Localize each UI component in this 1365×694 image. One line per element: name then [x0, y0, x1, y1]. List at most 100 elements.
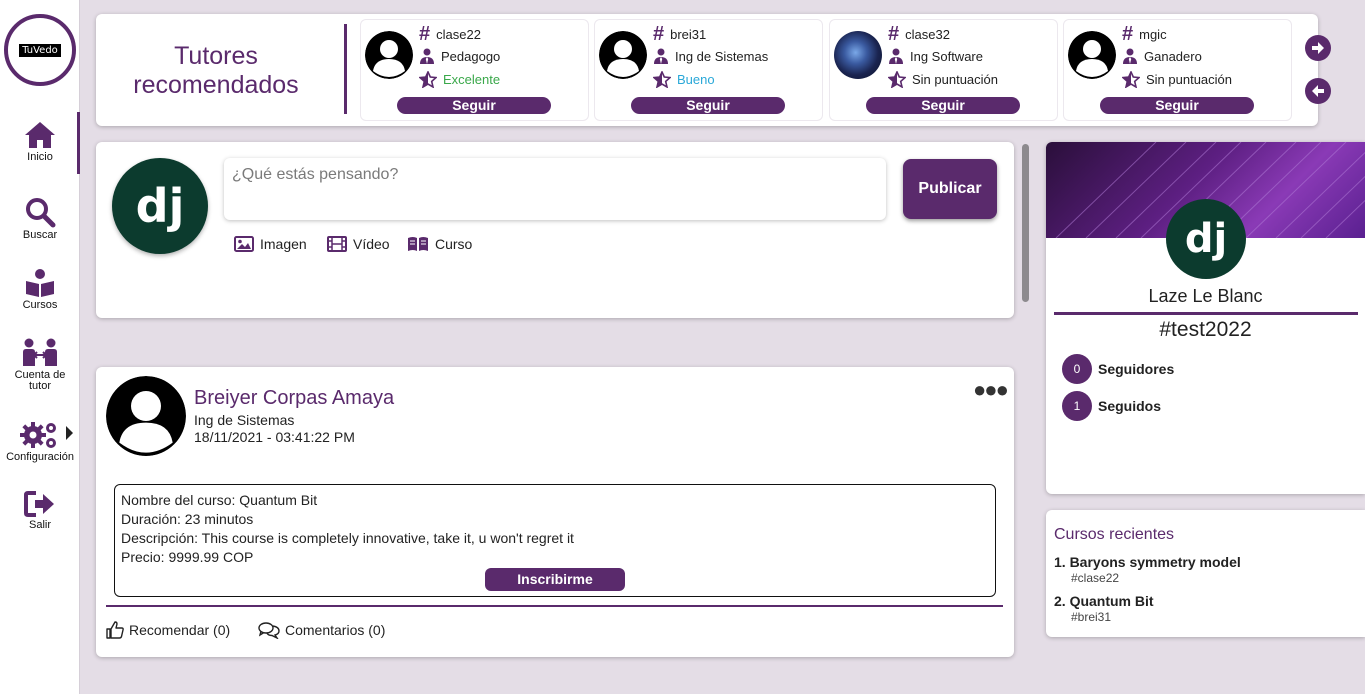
sidebar-item-buscar[interactable]: Buscar: [0, 196, 80, 241]
attach-video-label: Vídeo: [353, 236, 390, 252]
post-author-role: Ing de Sistemas: [194, 412, 295, 428]
tutor-username-row: # clase32: [888, 24, 950, 44]
hashtag-icon: #: [1122, 23, 1134, 45]
tutor-username-row: # mgic: [1122, 23, 1167, 45]
profile-name: Laze Le Blanc: [1148, 286, 1263, 306]
app-logo[interactable]: TuVedo: [4, 14, 76, 86]
sidebar-item-inicio[interactable]: Inicio: [0, 112, 80, 174]
star-half-icon: [653, 71, 671, 88]
scrollbar-thumb[interactable]: [1022, 144, 1029, 302]
recommended-tutors-panel: Tutores recomendados # clase22 Pedagogo …: [96, 14, 1331, 126]
post-input[interactable]: ¿Qué estás pensando?: [224, 158, 886, 220]
sidebar: TuVedo Inicio Buscar Cursos Cuenta de tu…: [0, 0, 80, 694]
follow-button[interactable]: Seguir: [866, 97, 1020, 114]
tutor-card[interactable]: # clase22 Pedagogo Excelente Seguir: [360, 19, 589, 121]
home-icon: [25, 122, 55, 148]
tutor-username: clase22: [436, 26, 481, 42]
follow-button[interactable]: Seguir: [1100, 97, 1254, 114]
recent-course-tag[interactable]: #brei31: [1071, 610, 1111, 624]
attach-video-button[interactable]: Vídeo: [327, 236, 390, 252]
avatar: [106, 376, 186, 456]
tutor-role: Pedagogo: [441, 48, 501, 64]
hashtag-icon: #: [419, 23, 431, 45]
follow-button[interactable]: Seguir: [631, 97, 785, 114]
sidebar-item-label: Configuración: [6, 451, 74, 463]
publish-button[interactable]: Publicar: [903, 159, 997, 219]
post-composer: dj ¿Qué estás pensando? Publicar Imagen …: [96, 142, 1014, 318]
course-details: Nombre del curso: Quantum Bit Duración: …: [114, 484, 996, 597]
tutor-username: mgic: [1139, 26, 1167, 42]
tutor-rating: Sin puntuación: [912, 72, 999, 87]
attach-image-button[interactable]: Imagen: [234, 236, 307, 252]
user-tie-icon: [889, 48, 903, 64]
sidebar-item-cursos[interactable]: Cursos: [0, 268, 80, 311]
tutor-rating: Sin puntuación: [1146, 72, 1233, 87]
divider: [344, 24, 347, 114]
sidebar-item-label: Salir: [28, 519, 51, 531]
tutor-role: Ing de Sistemas: [675, 48, 769, 64]
avatar-photo: [834, 31, 882, 79]
following-stat[interactable]: 1 Seguidos: [1062, 391, 1161, 421]
thumbs-up-icon: [106, 621, 124, 639]
tutor-rating: Excelente: [443, 72, 501, 87]
recommend-button[interactable]: Recomendar (0): [106, 621, 230, 639]
recent-course-item[interactable]: 1. Baryons symmetry model: [1054, 554, 1241, 570]
next-tutors-button[interactable]: [1305, 35, 1331, 61]
enroll-button[interactable]: Inscribirme: [485, 568, 625, 591]
recommend-label: Recomendar (0): [129, 622, 231, 638]
avatar: [599, 31, 647, 79]
star-half-icon: [419, 71, 437, 88]
divider: [1054, 312, 1358, 315]
caret-right-icon[interactable]: [66, 426, 73, 440]
sidebar-item-cuenta-tutor[interactable]: Cuenta de tutor: [0, 338, 80, 392]
tutor-account-icon: [23, 338, 57, 366]
sidebar-item-label: Inicio: [27, 151, 53, 163]
tutor-rating: Bueno: [677, 72, 715, 87]
tutor-role-row: Ganadero: [1122, 48, 1202, 64]
course-description: Descripción: This course is completely i…: [121, 530, 574, 546]
profile-card: dj Laze Le Blanc #test2022 0 Seguidores …: [1046, 142, 1365, 494]
post-card: Breiyer Corpas Amaya Ing de Sistemas 18/…: [96, 367, 1014, 657]
attach-course-button[interactable]: Curso: [407, 236, 472, 252]
tutor-username: brei31: [670, 26, 707, 42]
post-author[interactable]: Breiyer Corpas Amaya: [194, 387, 394, 410]
tutor-rating-row: Sin puntuación: [888, 71, 998, 88]
tutor-username: clase32: [905, 26, 950, 42]
attach-course-label: Curso: [435, 236, 473, 252]
tutor-role-row: Ing Software: [888, 48, 983, 64]
film-icon: [327, 236, 347, 252]
comments-icon: [258, 622, 280, 639]
recommended-tutors-title: Tutores recomendados: [133, 42, 299, 99]
tutor-rating-row: Excelente: [419, 71, 500, 88]
comments-button[interactable]: Comentarios (0): [258, 621, 385, 639]
tutor-username-row: # clase22: [419, 23, 481, 45]
tutor-card[interactable]: # mgic Ganadero Sin puntuación Seguir: [1063, 19, 1292, 121]
course-name: Nombre del curso: Quantum Bit: [121, 492, 318, 508]
more-options-icon[interactable]: ●●●: [973, 377, 1009, 403]
followers-label: Seguidores: [1098, 361, 1175, 377]
sidebar-item-label: Buscar: [22, 229, 58, 241]
tutor-role-row: Pedagogo: [419, 48, 500, 64]
hashtag-icon: #: [653, 23, 665, 45]
arrow-left-icon: [1312, 85, 1324, 97]
sign-out-icon: [24, 491, 54, 517]
avatar: [1068, 31, 1116, 79]
followers-stat[interactable]: 0 Seguidores: [1062, 354, 1174, 384]
tutor-card[interactable]: # brei31 Ing de Sistemas Bueno Seguir: [594, 19, 823, 121]
user-tie-icon: [1123, 48, 1137, 64]
divider: [106, 605, 1003, 607]
follow-button[interactable]: Seguir: [397, 97, 551, 114]
tutor-card[interactable]: # clase32 Ing Software Sin puntuación Se…: [829, 19, 1058, 121]
tutor-rating-row: Sin puntuación: [1122, 71, 1232, 88]
user-tie-icon: [420, 48, 434, 64]
recent-course-tag[interactable]: #clase22: [1071, 571, 1119, 585]
followers-count: 0: [1062, 354, 1092, 384]
post-date: 18/11/2021 - 03:41:22 PM: [194, 429, 355, 445]
avatar: dj: [1166, 199, 1246, 279]
tutor-role: Ganadero: [1144, 48, 1202, 64]
prev-tutors-button[interactable]: [1305, 78, 1331, 104]
sidebar-item-salir[interactable]: Salir: [0, 490, 80, 531]
star-half-icon: [888, 71, 906, 88]
recent-course-item[interactable]: 2. Quantum Bit: [1054, 593, 1154, 609]
sidebar-item-label: Cursos: [22, 299, 58, 311]
